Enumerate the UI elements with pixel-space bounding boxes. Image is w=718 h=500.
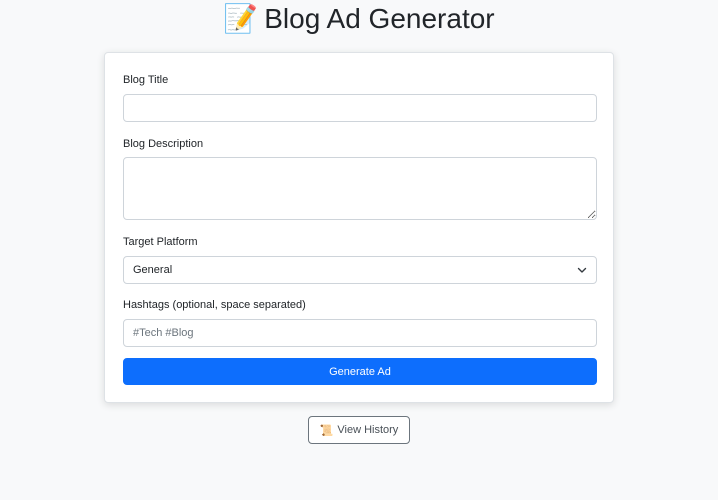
- target-platform-select[interactable]: General: [123, 256, 597, 284]
- hashtags-label: Hashtags (optional, space separated): [123, 299, 306, 311]
- target-platform-label: Target Platform: [123, 236, 198, 248]
- page: 📝 Blog Ad Generator Blog Title Blog Descr…: [0, 0, 718, 500]
- scroll-icon: 📜: [319, 424, 334, 437]
- view-history-button[interactable]: 📜 View History: [308, 416, 410, 444]
- hashtags-input[interactable]: [123, 319, 597, 347]
- page-title-text: Blog Ad Generator: [264, 3, 495, 34]
- blog-title-label: Blog Title: [123, 74, 169, 86]
- blog-description-label: Blog Description: [123, 138, 204, 150]
- generate-ad-button[interactable]: Generate Ad: [123, 358, 597, 385]
- blog-description-textarea[interactable]: [123, 157, 597, 220]
- memo-icon: 📝: [223, 3, 259, 34]
- target-platform-value: General: [133, 264, 173, 276]
- view-history-label: View History: [337, 424, 399, 436]
- ad-form-card: Blog Title Blog Description Target Platf…: [104, 52, 614, 403]
- chevron-down-icon: [577, 267, 587, 273]
- blog-title-input[interactable]: [123, 94, 597, 122]
- page-title: 📝 Blog Ad Generator: [0, 2, 718, 36]
